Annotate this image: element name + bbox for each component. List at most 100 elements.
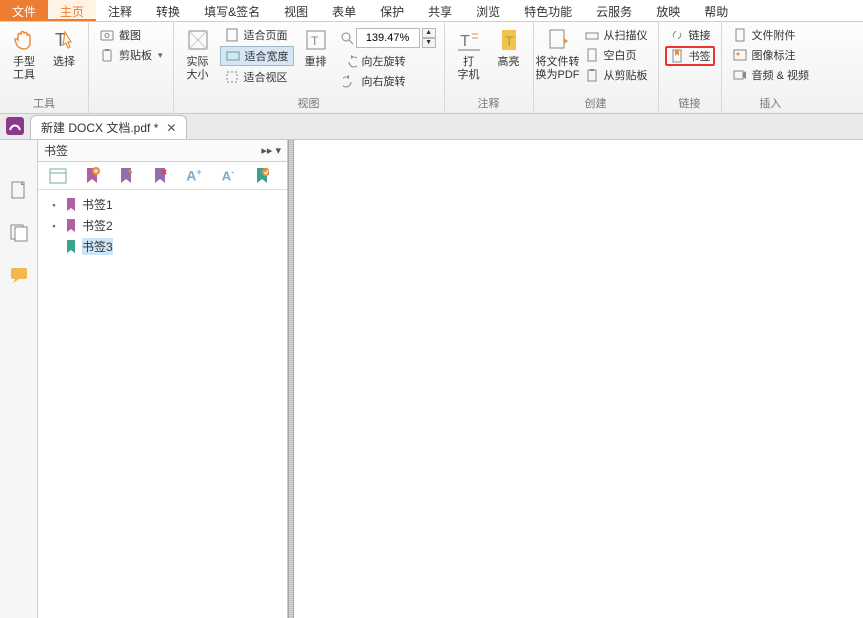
- rotate-right-label: 向右旋转: [362, 73, 406, 89]
- link-button[interactable]: 链接: [665, 26, 715, 44]
- zoom-control[interactable]: ▲▼: [340, 28, 436, 48]
- ribbon-group-link: 链接 书签 链接: [659, 22, 722, 113]
- panel-toolbar: A+ A-: [38, 162, 287, 190]
- zoom-input[interactable]: [356, 28, 420, 48]
- hand-tool-button[interactable]: 手型 工具: [4, 24, 44, 84]
- typewriter-label: 打 字机: [458, 56, 480, 82]
- menu-convert[interactable]: 转换: [144, 0, 192, 21]
- from-scanner-button[interactable]: 从扫描仪: [580, 26, 652, 44]
- fit-visible-label: 适合视区: [244, 69, 288, 85]
- hand-tool-label: 手型 工具: [13, 56, 35, 82]
- bookmark-item[interactable]: 书签3: [46, 236, 279, 257]
- fit-visible-icon: [224, 69, 240, 85]
- audio-video-icon: [732, 67, 748, 83]
- menu-special[interactable]: 特色功能: [512, 0, 584, 21]
- menu-cloud[interactable]: 云服务: [584, 0, 644, 21]
- fit-page-button[interactable]: 适合页面: [220, 26, 294, 44]
- ribbon-group-tools: 手型 工具 T 选择 工具: [0, 22, 89, 113]
- panel-add-bookmark-button[interactable]: [82, 166, 102, 186]
- rotate-left-button[interactable]: 向左旋转: [338, 52, 438, 70]
- ribbon-group-annot-title: 注释: [449, 93, 529, 113]
- menu-browse[interactable]: 浏览: [464, 0, 512, 21]
- fit-width-button[interactable]: 适合宽度: [220, 46, 294, 66]
- panel-collapse-button[interactable]: ▸▸ ▾: [261, 144, 281, 157]
- file-attach-button[interactable]: 文件附件: [728, 26, 813, 44]
- panel-new-bookmark-button[interactable]: [116, 166, 136, 186]
- clipboard-icon: [99, 47, 115, 63]
- bookmark-item[interactable]: ▪ 书签1: [46, 194, 279, 215]
- ribbon-group-insert: 文件附件 图像标注 音频 & 视频 插入: [722, 22, 819, 113]
- fit-width-label: 适合宽度: [245, 48, 289, 64]
- blank-page-button[interactable]: 空白页: [580, 46, 652, 64]
- twist-icon[interactable]: ▪: [48, 200, 60, 210]
- panel-expand-all-button[interactable]: [48, 166, 68, 186]
- panel-title: 书签: [44, 142, 68, 159]
- highlight-icon: T: [495, 26, 523, 54]
- close-tab-button[interactable]: ✕: [166, 121, 176, 135]
- panel-font-smaller-button[interactable]: A-: [218, 166, 238, 186]
- typewriter-button[interactable]: T 打 字机: [449, 24, 489, 84]
- highlight-button[interactable]: T 高亮: [489, 24, 529, 71]
- app-icon: [0, 113, 30, 139]
- menu-help[interactable]: 帮助: [692, 0, 740, 21]
- twist-icon[interactable]: [48, 242, 60, 252]
- bookmark-label: 书签2: [82, 217, 113, 234]
- bookmark-label: 书签3: [82, 238, 113, 255]
- ribbon-group-clipboard: 截图 剪贴板: [89, 22, 174, 113]
- menu-file[interactable]: 文件: [0, 0, 48, 21]
- rail-comments-button[interactable]: [8, 264, 30, 286]
- menu-protect[interactable]: 保护: [368, 0, 416, 21]
- menu-annot[interactable]: 注释: [96, 0, 144, 21]
- bookmark-button[interactable]: 书签: [665, 46, 715, 66]
- screenshot-button[interactable]: 截图: [95, 26, 167, 44]
- panel-delete-bookmark-button[interactable]: [150, 166, 170, 186]
- clipboard-label: 剪贴板: [119, 47, 152, 63]
- svg-text:T: T: [460, 33, 470, 50]
- menu-share[interactable]: 共享: [416, 0, 464, 21]
- bookmark-flag-icon: [64, 240, 78, 254]
- menu-slideshow[interactable]: 放映: [644, 0, 692, 21]
- rail-thumbnails-button[interactable]: [8, 222, 30, 244]
- reflow-button[interactable]: T 重排: [296, 24, 336, 71]
- select-tool-button[interactable]: T 选择: [44, 24, 84, 71]
- document-tab[interactable]: 新建 DOCX 文档.pdf * ✕: [30, 115, 187, 139]
- rotate-right-button[interactable]: 向右旋转: [338, 72, 438, 90]
- menu-home[interactable]: 主页: [48, 0, 96, 21]
- zoom-icon: [340, 31, 354, 45]
- ribbon: 手型 工具 T 选择 工具 截图 剪贴板: [0, 22, 863, 114]
- bookmarks-panel: 书签 ▸▸ ▾ A+ A- ▪ 书签1 ▪ 书签2: [38, 140, 288, 618]
- scanner-icon: [584, 27, 600, 43]
- bookmark-list: ▪ 书签1 ▪ 书签2 书签3: [38, 190, 287, 618]
- hand-icon: [10, 26, 38, 54]
- screenshot-label: 截图: [119, 27, 141, 43]
- fit-visible-button[interactable]: 适合视区: [220, 68, 294, 86]
- panel-goto-bookmark-button[interactable]: [252, 166, 272, 186]
- bookmark-icon: [669, 48, 685, 64]
- rotate-left-label: 向左旋转: [362, 53, 406, 69]
- menu-form[interactable]: 表单: [320, 0, 368, 21]
- menu-fillsign[interactable]: 填写&签名: [192, 0, 272, 21]
- zoom-down[interactable]: ▼: [422, 38, 436, 48]
- convert-to-pdf-button[interactable]: 将文件转 换为PDF: [538, 24, 578, 84]
- image-annot-button[interactable]: 图像标注: [728, 46, 813, 64]
- document-tab-title: 新建 DOCX 文档.pdf *: [41, 119, 158, 136]
- actual-size-button[interactable]: 实际 大小: [178, 24, 218, 84]
- document-viewport[interactable]: [294, 140, 863, 618]
- attachment-icon: [732, 27, 748, 43]
- twist-icon[interactable]: ▪: [48, 221, 60, 231]
- fit-page-label: 适合页面: [244, 27, 288, 43]
- bookmark-item[interactable]: ▪ 书签2: [46, 215, 279, 236]
- zoom-up[interactable]: ▲: [422, 28, 436, 38]
- clipboard-button[interactable]: 剪贴板: [95, 46, 167, 64]
- audio-video-button[interactable]: 音频 & 视频: [728, 66, 813, 84]
- panel-font-larger-button[interactable]: A+: [184, 166, 204, 186]
- from-clipboard-button[interactable]: 从剪贴板: [580, 66, 652, 84]
- menu-view[interactable]: 视图: [272, 0, 320, 21]
- ribbon-group-insert-title: 插入: [726, 93, 815, 113]
- from-scanner-label: 从扫描仪: [604, 27, 648, 43]
- convert-label: 将文件转 换为PDF: [536, 56, 580, 82]
- rail-pages-button[interactable]: [8, 180, 30, 202]
- zoom-stepper[interactable]: ▲▼: [422, 28, 436, 48]
- audio-video-label: 音频 & 视频: [752, 67, 809, 83]
- actual-size-icon: [184, 26, 212, 54]
